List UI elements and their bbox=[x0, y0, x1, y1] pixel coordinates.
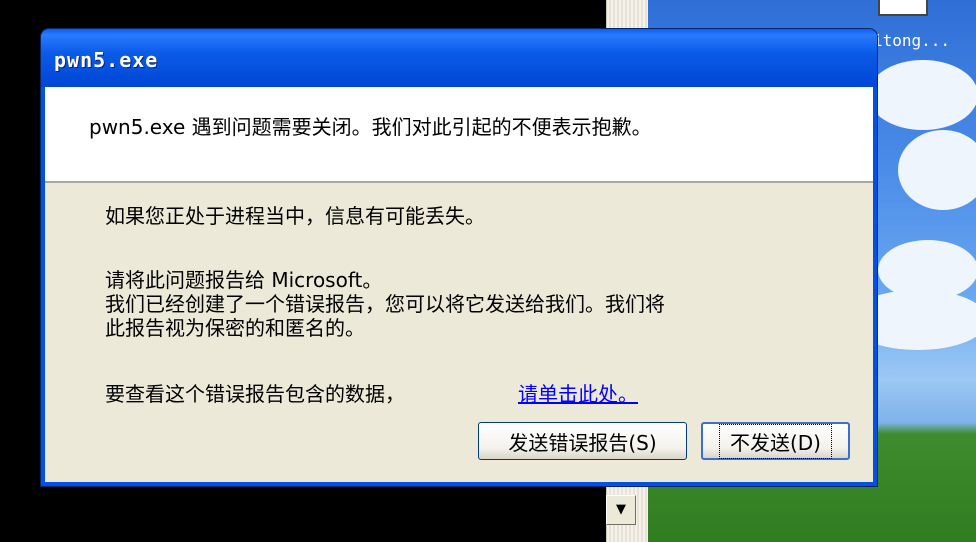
send-error-report-button[interactable]: 发送错误报告(S) bbox=[478, 422, 687, 460]
desktop-icon-label[interactable]: itong... bbox=[873, 31, 950, 50]
dialog-body: pwn5.exe 遇到问题需要关闭。我们对此引起的不便表示抱歉。 如果您正处于进… bbox=[45, 87, 873, 482]
dont-send-button[interactable]: 不发送(D) bbox=[701, 422, 850, 460]
cloud-decoration bbox=[868, 60, 976, 130]
error-report-dialog: pwn5.exe pwn5.exe 遇到问题需要关闭。我们对此引起的不便表示抱歉… bbox=[41, 29, 877, 486]
report-description: 请将此问题报告给 Microsoft。 我们已经创建了一个错误报告，您可以将它发… bbox=[105, 268, 665, 340]
dialog-header: pwn5.exe 遇到问题需要关闭。我们对此引起的不便表示抱歉。 bbox=[45, 87, 873, 183]
dialog-titlebar[interactable]: pwn5.exe bbox=[41, 29, 877, 87]
dont-send-button-label: 不发送(D) bbox=[718, 423, 832, 459]
scroll-down-arrow-icon[interactable]: ▼ bbox=[606, 495, 636, 525]
dialog-title: pwn5.exe bbox=[54, 48, 159, 72]
cloud-decoration bbox=[878, 240, 976, 300]
send-button-label: 发送错误报告(S) bbox=[508, 430, 657, 455]
desktop-icon[interactable] bbox=[878, 0, 928, 16]
header-message: pwn5.exe 遇到问题需要关闭。我们对此引起的不便表示抱歉。 bbox=[89, 115, 652, 139]
view-report-link[interactable]: 请单击此处。 bbox=[518, 378, 638, 407]
cloud-decoration bbox=[898, 130, 976, 210]
data-loss-warning: 如果您正处于进程当中，信息有可能丢失。 bbox=[105, 204, 485, 228]
view-data-text: 要查看这个错误报告包含的数据， bbox=[105, 382, 405, 406]
